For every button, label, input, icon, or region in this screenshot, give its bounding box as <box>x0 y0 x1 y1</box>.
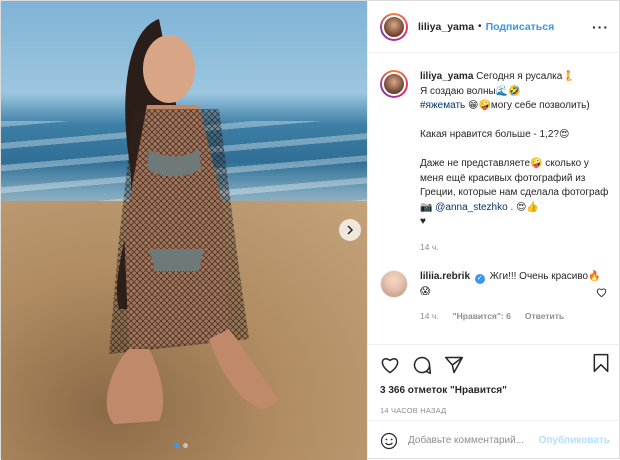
add-comment-bar: Опубликовать <box>368 420 620 460</box>
like-heart-icon[interactable] <box>380 355 400 375</box>
follow-button[interactable]: Подписаться <box>486 21 555 33</box>
caption-meta: 14 ч. <box>420 240 610 255</box>
author-username[interactable]: liliya_yama <box>418 21 474 33</box>
reply-button[interactable]: Ответить <box>525 309 564 324</box>
instagram-post: liliya_yama • Подписаться ··· liliya_yam… <box>0 0 620 460</box>
publish-button[interactable]: Опубликовать <box>539 435 610 446</box>
caption-hashtag[interactable]: #яжемать <box>420 100 465 111</box>
carousel-dots <box>174 443 188 448</box>
comment-age[interactable]: 14 ч. <box>420 309 439 324</box>
emoji-smiley-icon[interactable] <box>380 432 398 450</box>
comment-like-heart-icon[interactable] <box>596 287 607 298</box>
caption-line-1: Сегодня я русалка🧜 <box>476 71 575 82</box>
comment-username[interactable]: liliia.rebrik <box>420 271 470 282</box>
caption-line-4: Какая нравится больше - 1,2?😍 <box>420 129 570 140</box>
photo-person <box>106 19 279 424</box>
caption-mention[interactable]: @anna_stezhko <box>435 202 507 213</box>
comment-body: liliia.rebrik ✓ Жги!!! Очень красиво🔥😱 1… <box>420 270 610 324</box>
caption-avatar[interactable] <box>380 70 408 98</box>
comment-bubble-icon[interactable] <box>412 355 432 375</box>
comment-item: liliia.rebrik ✓ Жги!!! Очень красиво🔥😱 1… <box>380 270 610 324</box>
comment-input[interactable] <box>408 435 539 446</box>
caption-line-6: . 😍👍 <box>510 201 539 213</box>
verified-badge-icon: ✓ <box>474 274 485 284</box>
caption-body: liliya_yama Сегодня я русалка🧜 Я создаю … <box>420 70 610 254</box>
carousel-next-button[interactable] <box>339 219 361 241</box>
comment-likes[interactable]: "Нравится": 6 <box>453 309 511 324</box>
chevron-right-icon <box>347 225 354 235</box>
carousel-dot-1 <box>174 443 179 448</box>
save-bookmark-icon[interactable] <box>592 353 610 376</box>
post-timestamp[interactable]: 14 часов назад <box>380 406 610 415</box>
caption-line-2: Я создаю волны🌊🤣 <box>420 85 521 97</box>
caption-username[interactable]: liliya_yama <box>420 71 473 82</box>
action-icons <box>380 353 610 377</box>
comments-section: liliya_yama Сегодня я русалка🧜 Я создаю … <box>368 54 620 344</box>
post-sidebar: liliya_yama • Подписаться ··· liliya_yam… <box>367 1 620 460</box>
caption-line-3: 😁🤪могу себе позволить) <box>465 100 590 111</box>
post-header: liliya_yama • Подписаться ··· <box>368 1 620 53</box>
post-photo[interactable] <box>1 1 367 460</box>
post-actions: 3 366 отметок "Нравится" 14 часов назад <box>368 344 620 415</box>
comment-meta: 14 ч. "Нравится": 6 Ответить <box>420 309 610 324</box>
commenter-avatar[interactable] <box>380 270 408 298</box>
likes-count[interactable]: 3 366 отметок "Нравится" <box>380 385 610 396</box>
carousel-dot-2 <box>183 443 188 448</box>
caption: liliya_yama Сегодня я русалка🧜 Я создаю … <box>380 70 610 254</box>
caption-line-7: ♥ <box>420 216 426 227</box>
share-paper-plane-icon[interactable] <box>444 355 464 375</box>
header-separator: • <box>478 21 482 32</box>
caption-age[interactable]: 14 ч. <box>420 240 439 255</box>
author-avatar[interactable] <box>380 12 408 41</box>
more-options-icon[interactable]: ··· <box>592 19 609 35</box>
